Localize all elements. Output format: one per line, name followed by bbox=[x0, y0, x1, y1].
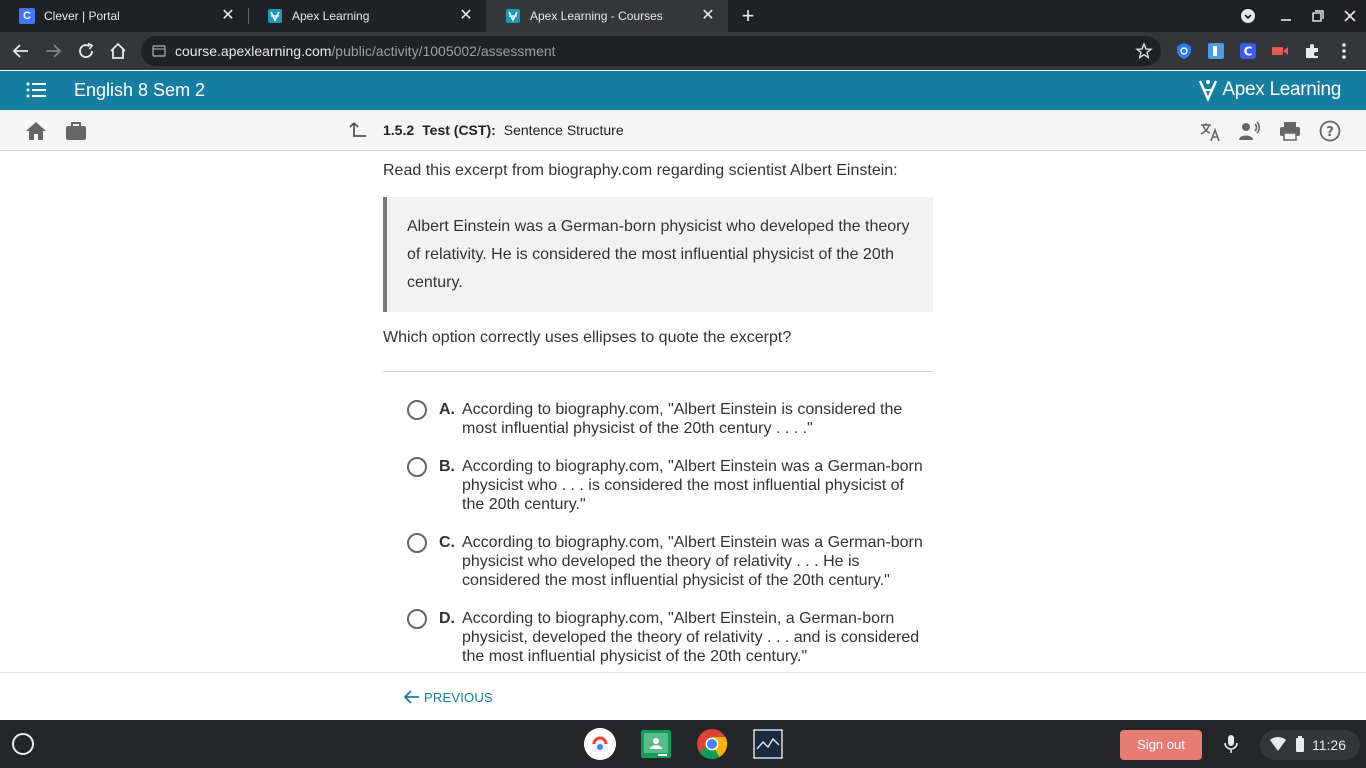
apex-logo: Apex Learning bbox=[1197, 78, 1341, 102]
browser-toolbar: course.apexlearning.com/public/activity/… bbox=[0, 32, 1366, 70]
previous-button[interactable]: PREVIOUS bbox=[403, 688, 493, 706]
bookmark-star-icon[interactable] bbox=[1135, 42, 1153, 60]
radio-button[interactable] bbox=[407, 533, 427, 553]
option-text: According to biography.com, "Albert Eins… bbox=[462, 534, 923, 589]
divider bbox=[383, 371, 933, 372]
chrome-web-store-icon[interactable] bbox=[584, 728, 616, 760]
minimize-icon[interactable] bbox=[1276, 6, 1296, 26]
apex-header: English 8 Sem 2 Apex Learning bbox=[0, 71, 1366, 110]
close-icon[interactable]: ✕ bbox=[220, 8, 236, 24]
question-intro: Read this excerpt from biography.com reg… bbox=[383, 162, 898, 179]
option-letter: D. bbox=[439, 610, 455, 627]
tab-clever-portal[interactable]: C Clever | Portal ✕ bbox=[0, 0, 248, 32]
apex-logo-icon bbox=[1197, 78, 1219, 102]
tab-apex-learning[interactable]: Apex Learning ✕ bbox=[248, 0, 486, 32]
tab-apex-courses[interactable]: Apex Learning - Courses ✕ bbox=[486, 0, 728, 32]
back-icon[interactable] bbox=[10, 40, 32, 62]
apex-logo-text: Apex Learning bbox=[1222, 79, 1341, 100]
clever-icon: C bbox=[19, 8, 35, 24]
site-info-icon[interactable] bbox=[151, 43, 167, 59]
extensions-puzzle-icon[interactable] bbox=[1303, 42, 1321, 60]
clever-extension-icon[interactable]: C bbox=[1239, 42, 1257, 60]
up-arrow-icon[interactable] bbox=[349, 121, 367, 139]
close-icon[interactable]: ✕ bbox=[458, 8, 474, 24]
chrome-browser-icon[interactable] bbox=[696, 728, 728, 760]
option-letter: C. bbox=[439, 534, 455, 551]
excerpt-block: Albert Einstein was a German-born physic… bbox=[383, 197, 933, 312]
answer-option-a[interactable]: A. According to biography.com, "Albert E… bbox=[407, 400, 927, 438]
tab-search-icon[interactable] bbox=[1238, 6, 1258, 26]
browser-tab-strip: C Clever | Portal ✕ Apex Learning ✕ Apex… bbox=[0, 0, 1366, 32]
radio-button[interactable] bbox=[407, 609, 427, 629]
option-text: According to biography.com, "Albert Eins… bbox=[462, 458, 923, 513]
os-shelf: Sign out 11:26 bbox=[0, 720, 1366, 768]
tab-title: Apex Learning - Courses bbox=[530, 9, 663, 23]
option-text: According to biography.com, "Albert Eins… bbox=[462, 610, 920, 665]
google-classroom-icon[interactable] bbox=[640, 728, 672, 760]
address-bar[interactable]: course.apexlearning.com/public/activity/… bbox=[141, 36, 1161, 66]
radio-button[interactable] bbox=[407, 457, 427, 477]
activity-title-bar: 1.5.2 Test (CST): Sentence Structure bbox=[349, 121, 624, 139]
home-icon[interactable] bbox=[107, 40, 129, 62]
previous-label: PREVIOUS bbox=[424, 689, 493, 705]
tab-title: Apex Learning bbox=[292, 9, 370, 23]
arrow-left-icon bbox=[403, 688, 421, 706]
activity-number: 1.5.2 bbox=[383, 122, 415, 138]
shield-extension-icon[interactable] bbox=[1175, 42, 1193, 60]
apex-icon bbox=[267, 8, 283, 24]
option-letter: B. bbox=[439, 458, 455, 475]
question-prompt: Which option correctly uses ellipses to … bbox=[383, 329, 792, 346]
activity-type: Test (CST): bbox=[422, 122, 496, 138]
home-icon[interactable] bbox=[25, 120, 47, 142]
answer-option-b[interactable]: B. According to biography.com, "Albert E… bbox=[407, 457, 927, 514]
restore-icon[interactable] bbox=[1308, 6, 1328, 26]
activity-toolbar: 1.5.2 Test (CST): Sentence Structure ? bbox=[0, 110, 1366, 151]
answer-option-d[interactable]: D. According to biography.com, "Albert E… bbox=[407, 609, 927, 666]
text-to-speech-icon[interactable] bbox=[1239, 120, 1261, 142]
help-icon[interactable]: ? bbox=[1319, 120, 1341, 142]
option-letter: A. bbox=[439, 401, 455, 418]
answer-option-c[interactable]: C. According to biography.com, "Albert E… bbox=[407, 533, 927, 590]
classroom-extension-icon[interactable] bbox=[1207, 42, 1225, 60]
screen-recorder-app-icon[interactable] bbox=[752, 728, 784, 760]
reload-icon[interactable] bbox=[75, 40, 97, 62]
bottom-navigation: PREVIOUS bbox=[0, 672, 1366, 720]
menu-list-icon[interactable] bbox=[26, 82, 46, 98]
option-text: According to biography.com, "Albert Eins… bbox=[462, 401, 903, 437]
close-icon[interactable]: ✕ bbox=[700, 8, 716, 24]
url-host: course.apexlearning.com bbox=[175, 43, 332, 59]
activity-title: Sentence Structure bbox=[503, 122, 624, 138]
radio-button[interactable] bbox=[407, 400, 427, 420]
close-window-icon[interactable] bbox=[1340, 6, 1360, 26]
svg-text:?: ? bbox=[1326, 125, 1334, 140]
print-icon[interactable] bbox=[1279, 120, 1301, 142]
course-title: English 8 Sem 2 bbox=[74, 80, 206, 100]
microphone-icon[interactable] bbox=[1221, 734, 1241, 754]
apex-icon bbox=[505, 8, 521, 24]
battery-icon bbox=[1290, 734, 1310, 754]
tab-title: Clever | Portal bbox=[44, 9, 120, 23]
launcher-icon[interactable] bbox=[12, 733, 34, 755]
forward-icon[interactable] bbox=[42, 40, 64, 62]
browser-menu-icon[interactable] bbox=[1335, 42, 1353, 60]
briefcase-icon[interactable] bbox=[65, 120, 87, 142]
new-tab-button[interactable]: + bbox=[737, 5, 759, 27]
screencast-extension-icon[interactable] bbox=[1271, 42, 1289, 60]
wifi-icon bbox=[1268, 734, 1288, 754]
svg-text:C: C bbox=[1244, 45, 1253, 59]
system-clock: 11:26 bbox=[1312, 737, 1346, 753]
url-path: /public/activity/1005002/assessment bbox=[331, 43, 556, 59]
translate-icon[interactable] bbox=[1199, 120, 1221, 142]
sign-out-button[interactable]: Sign out bbox=[1120, 730, 1202, 760]
